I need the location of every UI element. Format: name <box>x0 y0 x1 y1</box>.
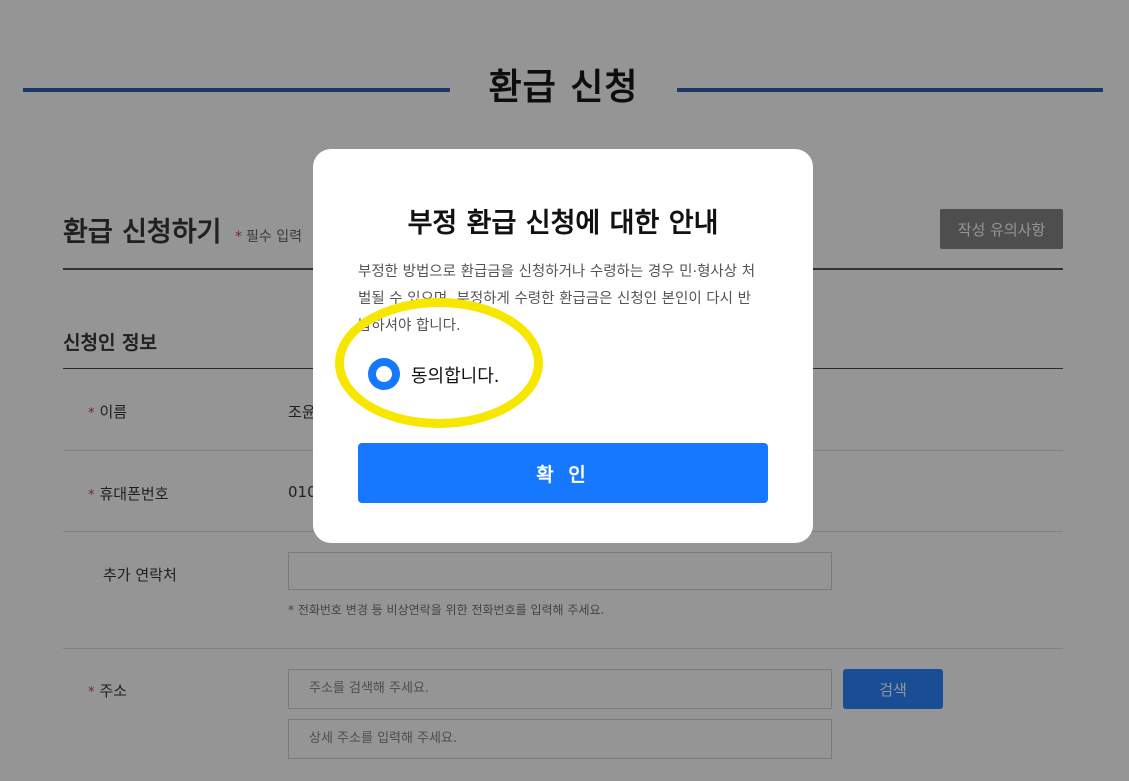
highlight-ring-annotation <box>335 298 543 428</box>
confirm-button[interactable]: 확 인 <box>358 443 768 503</box>
modal-title: 부정 환급 신청에 대한 안내 <box>407 208 719 239</box>
